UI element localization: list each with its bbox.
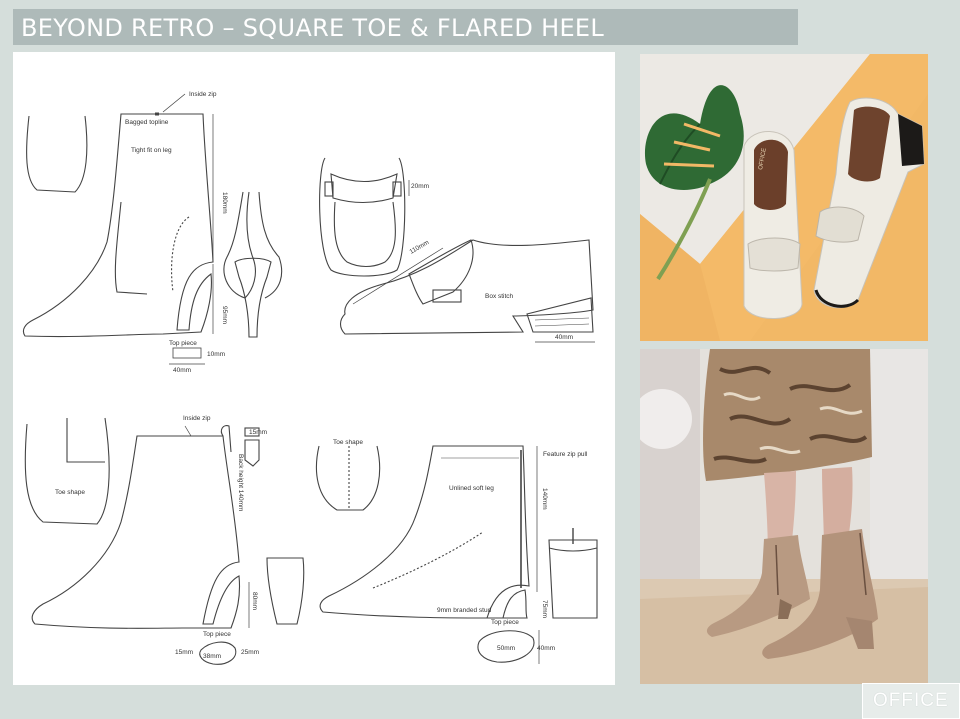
loafer-sketch: [319, 157, 595, 343]
label-110mm: 110mm: [409, 239, 431, 256]
loafer-photo: OFFICE: [640, 54, 928, 341]
brand-logo: OFFICE: [862, 683, 960, 719]
label-80mm: 80mm: [251, 592, 258, 610]
label-10mm: 10mm: [207, 351, 225, 358]
label-38mm: 38mm: [203, 653, 221, 660]
label-75mm: 75mm: [541, 600, 548, 618]
label-20mm: 20mm: [411, 183, 429, 190]
label-15mm: 15mm: [249, 429, 267, 436]
label-95mm: 95mm: [221, 306, 228, 324]
label-15mm-b: 15mm: [175, 649, 193, 656]
label-top-piece-3: Top piece: [491, 619, 519, 626]
label-40mm-b: 40mm: [555, 334, 573, 341]
label-toe-shape-2: Toe shape: [333, 439, 363, 446]
label-25mm: 25mm: [241, 649, 259, 656]
label-toe-shape-1: Toe shape: [55, 489, 85, 496]
label-50mm: 50mm: [497, 645, 515, 652]
label-stud: 9mm branded stud: [437, 607, 492, 614]
label-box-stitch: Box stitch: [485, 293, 514, 300]
label-40mm: 40mm: [173, 367, 191, 374]
label-180mm: 180mm: [221, 192, 228, 214]
white-loafer-left: OFFICE: [743, 131, 803, 319]
label-inside-zip-2: Inside zip: [183, 415, 211, 422]
technical-drawing-sheet: Inside zip Bagged topline Tight fit on l…: [13, 52, 615, 685]
label-top-piece-2: Top piece: [203, 631, 231, 638]
label-top-piece-1: Top piece: [169, 340, 197, 347]
page-title: BEYOND RETRO – SQUARE TOE & FLARED HEEL: [21, 14, 605, 42]
snakeskin-skirt: [703, 349, 872, 481]
boot-sketch-1: [22, 93, 283, 365]
label-tight-fit: Tight fit on leg: [131, 147, 172, 154]
label-40mm-c: 40mm: [537, 645, 555, 652]
boot-sketch-3: [315, 445, 598, 664]
ankle-boot-photo: [640, 349, 928, 684]
brand-text: OFFICE: [873, 690, 949, 711]
title-bar: BEYOND RETRO – SQUARE TOE & FLARED HEEL: [13, 9, 798, 45]
label-140mm: 140mm: [541, 488, 548, 510]
label-back-height: Back height 140mm: [237, 454, 244, 511]
label-inside-zip-1: Inside zip: [189, 91, 217, 98]
label-unlined: Unlined soft leg: [449, 485, 494, 492]
label-feature-zip: Feature zip pull: [543, 451, 588, 458]
boot-sketch-2: [24, 417, 305, 665]
label-bagged-topline: Bagged topline: [125, 119, 169, 126]
